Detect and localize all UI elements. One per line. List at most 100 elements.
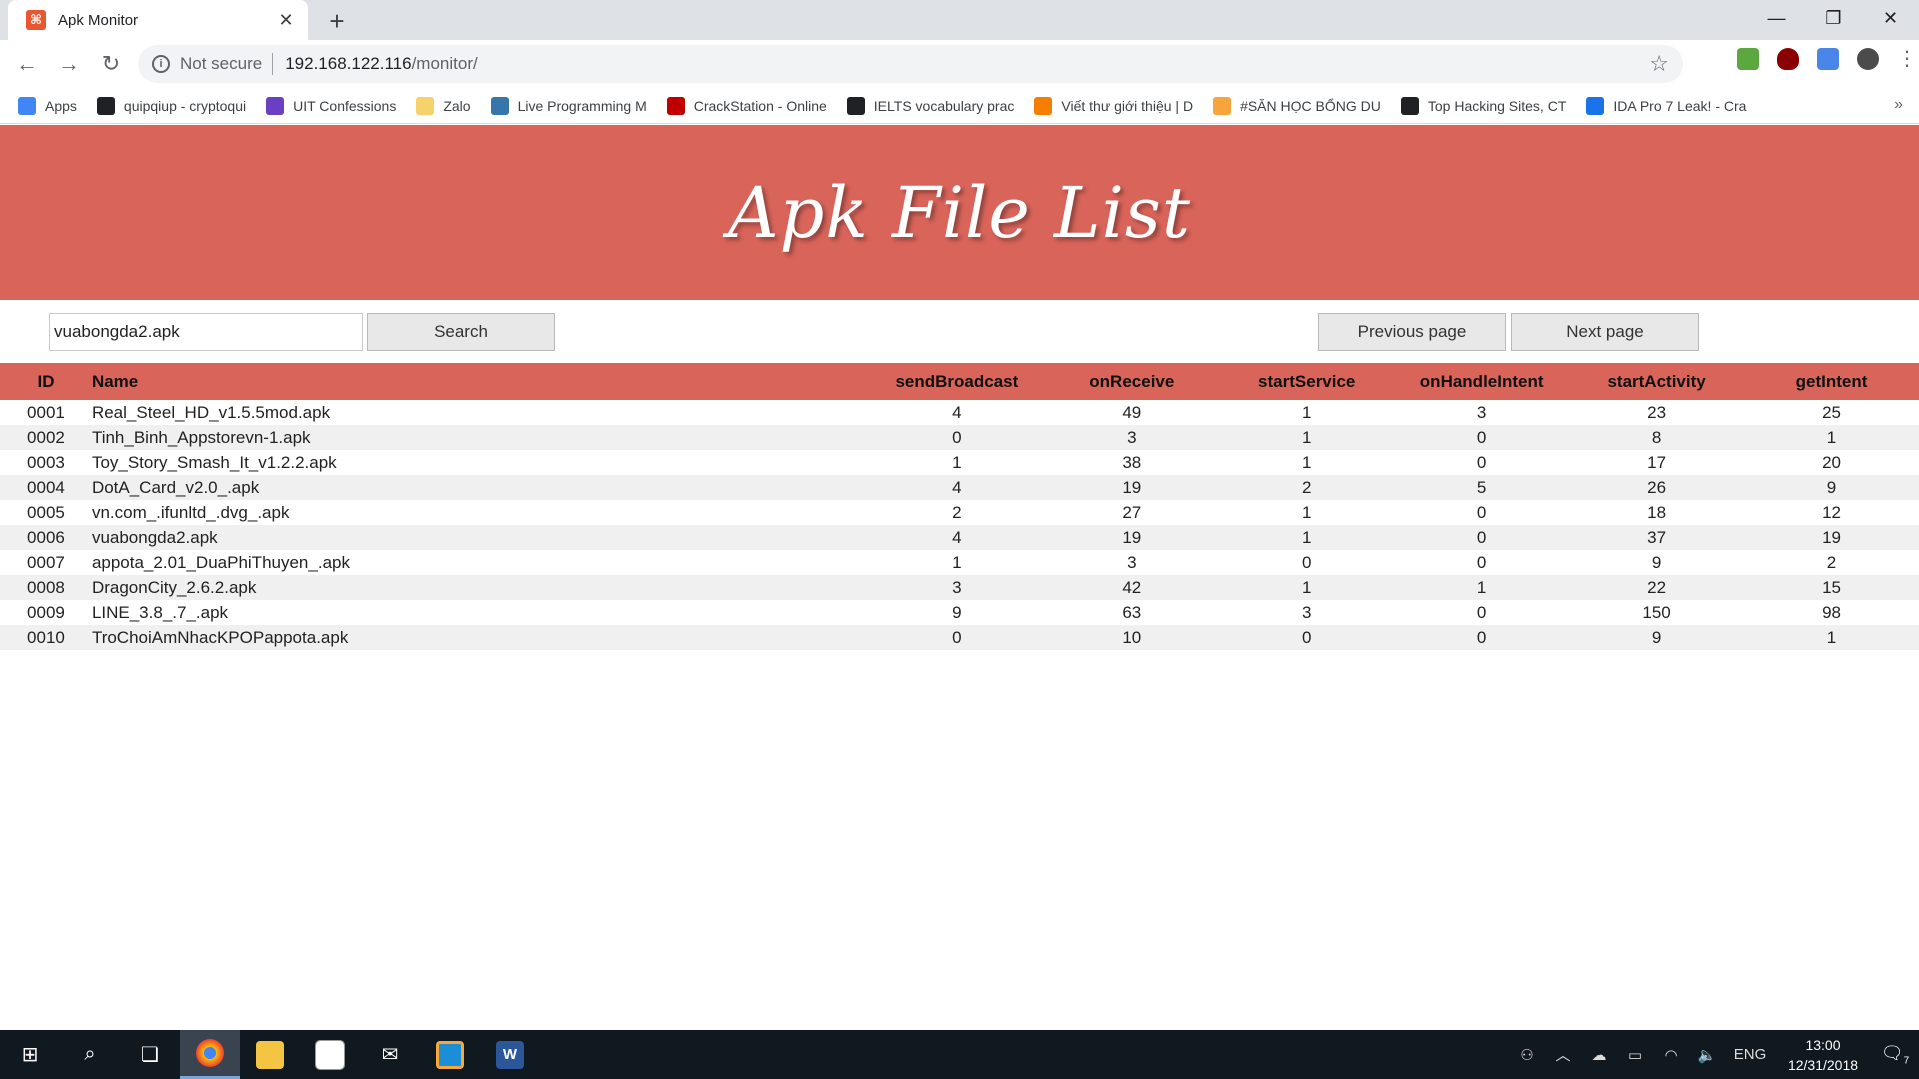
search-icon[interactable]: ⌕ bbox=[60, 1030, 120, 1079]
bookmark-label: IELTS vocabulary prac bbox=[873, 97, 1015, 114]
notification-center-icon[interactable]: 🗨7 bbox=[1871, 1043, 1919, 1067]
cell-id: 0010 bbox=[27, 627, 65, 647]
chevron-up-icon[interactable]: ︿ bbox=[1545, 1044, 1581, 1065]
cell-onhandleintent: 0 bbox=[1476, 502, 1487, 522]
bookmark-label: #SĂN HỌC BỔNG DU bbox=[1240, 97, 1381, 114]
extension-green-icon[interactable] bbox=[1737, 47, 1759, 70]
column-header-id: ID bbox=[37, 371, 55, 391]
bookmark-item[interactable]: Live Programming M bbox=[490, 96, 647, 115]
cell-startactivity: 8 bbox=[1651, 427, 1662, 447]
bookmark-label: IDA Pro 7 Leak! - Cra bbox=[1613, 97, 1747, 114]
bookmark-label: Viết thư giới thiệu | D bbox=[1061, 97, 1194, 114]
volume-icon[interactable]: 🔈 bbox=[1689, 1046, 1725, 1064]
bookmark-label: Apps bbox=[45, 97, 77, 114]
folder-icon bbox=[416, 96, 435, 115]
cell-name: Tinh_Binh_Appstorevn-1.apk bbox=[91, 427, 311, 447]
store-icon[interactable] bbox=[300, 1030, 360, 1079]
back-button[interactable]: ← bbox=[6, 44, 48, 84]
g-icon bbox=[1400, 96, 1419, 115]
minimize-button[interactable]: — bbox=[1748, 0, 1805, 36]
cell-startactivity: 26 bbox=[1647, 477, 1667, 497]
cell-onreceive: 19 bbox=[1122, 477, 1142, 497]
previous-page-button[interactable]: Previous page bbox=[1318, 313, 1506, 351]
table-header-row: ID Name sendBroadcast onReceive startSer… bbox=[0, 363, 1919, 400]
security-label[interactable]: Not secure bbox=[180, 54, 262, 74]
cell-startactivity: 17 bbox=[1647, 452, 1667, 472]
cell-onreceive: 3 bbox=[1127, 427, 1137, 447]
restore-button[interactable]: ❐ bbox=[1805, 0, 1862, 36]
address-bar[interactable]: i Not secure 192.168.122.116 /monitor/ ☆ bbox=[138, 45, 1683, 83]
browser-tab[interactable]: ⌘ Apk Monitor ✕ bbox=[8, 0, 308, 40]
table-row: 0010 TroChoiAmNhacKPOPappota.apk 0 10 0 0 9 1 bbox=[0, 625, 1919, 650]
ublock-icon[interactable] bbox=[1777, 47, 1799, 70]
search-input[interactable] bbox=[49, 313, 363, 351]
task-view-icon[interactable]: ❏ bbox=[120, 1030, 180, 1079]
cell-onhandleintent: 3 bbox=[1476, 402, 1487, 422]
cell-name: Real_Steel_HD_v1.5.5mod.apk bbox=[91, 402, 331, 422]
bookmark-item[interactable]: UIT Confessions bbox=[266, 96, 396, 115]
clock[interactable]: 13:00 12/31/2018 bbox=[1775, 1035, 1871, 1075]
vmware-icon[interactable] bbox=[420, 1030, 480, 1079]
apk-table: ID Name sendBroadcast onReceive startSer… bbox=[0, 363, 1919, 650]
cell-name: TroChoiAmNhacKPOPappota.apk bbox=[91, 627, 349, 647]
cell-getintent: 1 bbox=[1826, 427, 1837, 447]
cell-startactivity: 22 bbox=[1647, 577, 1667, 597]
wifi-icon[interactable]: ◠ bbox=[1653, 1046, 1689, 1064]
cell-onhandleintent: 1 bbox=[1476, 577, 1487, 597]
new-tab-button[interactable]: + bbox=[322, 6, 352, 36]
start-button[interactable]: ⊞ bbox=[0, 1030, 60, 1079]
forward-button[interactable]: → bbox=[48, 44, 90, 84]
language-indicator[interactable]: ENG bbox=[1725, 1046, 1775, 1063]
url-path[interactable]: /monitor/ bbox=[412, 54, 478, 74]
bookmark-item[interactable]: Zalo bbox=[416, 96, 471, 115]
bookmark-item[interactable]: Apps bbox=[18, 96, 77, 115]
menu-kebab-icon[interactable]: ⋮ bbox=[1897, 46, 1917, 71]
bookmark-item[interactable]: #SĂN HỌC BỔNG DU bbox=[1213, 96, 1381, 115]
cell-name: appota_2.01_DuaPhiThuyen_.apk bbox=[91, 552, 350, 572]
bookmark-item[interactable]: IELTS vocabulary prac bbox=[846, 96, 1015, 115]
cell-onreceive: 49 bbox=[1122, 402, 1142, 422]
people-icon[interactable]: ⚇ bbox=[1509, 1046, 1545, 1064]
table-row: 0009 LINE_3.8_.7_.apk 9 63 3 0 150 98 bbox=[0, 600, 1919, 625]
bookmark-item[interactable]: Top Hacking Sites, CT bbox=[1400, 96, 1566, 115]
table-row: 0007 appota_2.01_DuaPhiThuyen_.apk 1 3 0 0 9 2 bbox=[0, 550, 1919, 575]
bookmarks-overflow-button[interactable]: » bbox=[1894, 96, 1903, 114]
bookmark-item[interactable]: IDA Pro 7 Leak! - Cra bbox=[1586, 96, 1747, 115]
cell-startservice: 1 bbox=[1301, 502, 1312, 522]
cell-startservice: 1 bbox=[1301, 452, 1312, 472]
next-page-button[interactable]: Next page bbox=[1511, 313, 1699, 351]
table-row: 0006 vuabongda2.apk 4 19 1 0 37 19 bbox=[0, 525, 1919, 550]
browser-toolbar: ← → ↻ i Not secure 192.168.122.116 /moni… bbox=[0, 40, 1919, 88]
table-body: 0001 Real_Steel_HD_v1.5.5mod.apk 4 49 1 3 23 25… bbox=[0, 400, 1919, 650]
bookmark-item[interactable]: CrackStation - Online bbox=[666, 96, 827, 115]
cell-id: 0007 bbox=[27, 552, 65, 572]
info-icon[interactable]: i bbox=[152, 55, 170, 73]
onedrive-icon[interactable]: ☁ bbox=[1581, 1046, 1617, 1064]
cell-onreceive: 10 bbox=[1122, 627, 1142, 647]
url-host[interactable]: 192.168.122.116 bbox=[285, 54, 411, 74]
bookmark-star-icon[interactable]: ☆ bbox=[1649, 51, 1669, 77]
close-tab-icon[interactable]: ✕ bbox=[276, 10, 296, 31]
cell-onreceive: 42 bbox=[1122, 577, 1142, 597]
cell-id: 0003 bbox=[27, 452, 65, 472]
close-window-button[interactable]: ✕ bbox=[1862, 0, 1919, 36]
bookmark-item[interactable]: quipqiup - cryptoqui bbox=[96, 96, 246, 115]
bookmark-label: Zalo bbox=[443, 97, 471, 114]
chrome-taskbar-icon[interactable] bbox=[180, 1030, 240, 1079]
cell-startactivity: 9 bbox=[1651, 627, 1662, 647]
search-button[interactable]: Search bbox=[367, 313, 555, 351]
cell-getintent: 1 bbox=[1826, 627, 1837, 647]
cell-id: 0005 bbox=[27, 502, 65, 522]
profile-avatar[interactable] bbox=[1857, 47, 1879, 70]
table-row: 0005 vn.com_.ifunltd_.dvg_.apk 2 27 1 0 18 12 bbox=[0, 500, 1919, 525]
cell-getintent: 25 bbox=[1822, 402, 1841, 422]
google-translate-icon[interactable] bbox=[1817, 47, 1839, 70]
cell-sendbroadcast: 4 bbox=[952, 477, 962, 497]
file-explorer-icon[interactable] bbox=[240, 1030, 300, 1079]
word-icon[interactable]: W bbox=[480, 1030, 540, 1079]
battery-icon[interactable]: ▭ bbox=[1617, 1046, 1653, 1064]
bookmark-item[interactable]: Viết thư giới thiệu | D bbox=[1034, 96, 1194, 115]
bookmarks-bar: Apps quipqiup - cryptoqui UIT Confessions Z… bbox=[0, 88, 1919, 124]
mail-icon[interactable]: ✉ bbox=[360, 1030, 420, 1079]
reload-button[interactable]: ↻ bbox=[90, 44, 132, 84]
